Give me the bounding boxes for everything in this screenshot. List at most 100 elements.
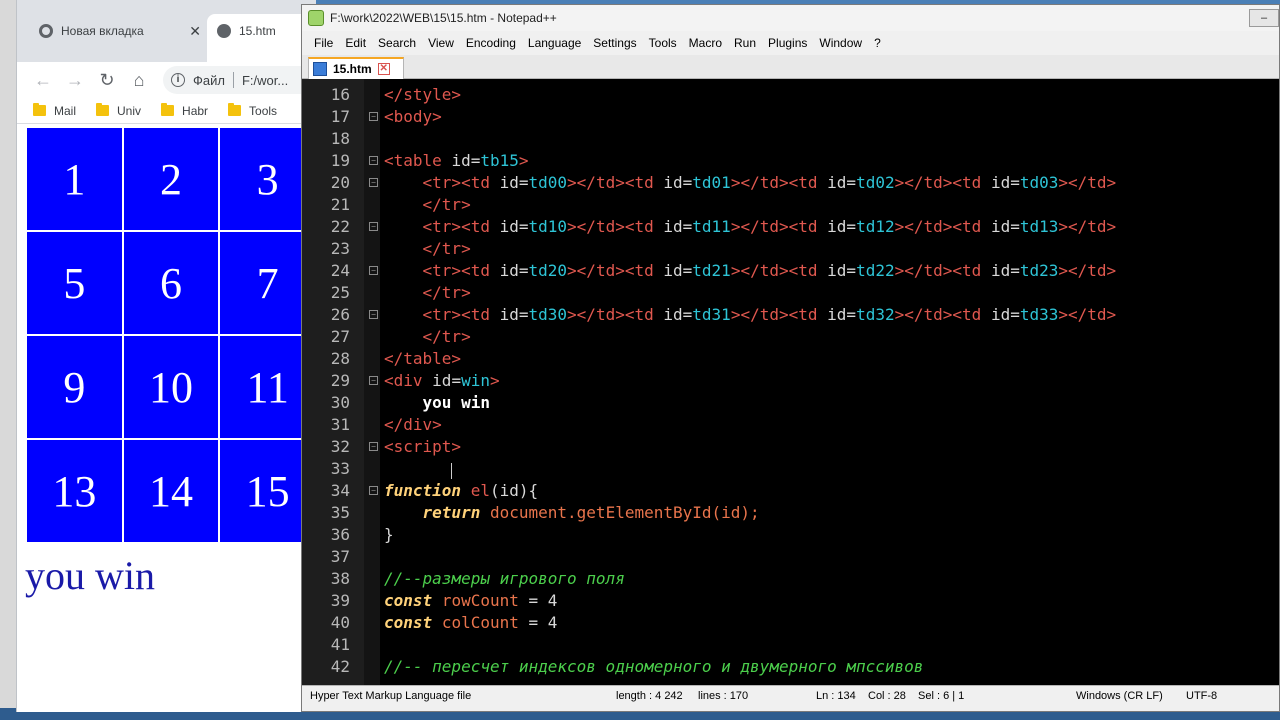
code-token: td02: [856, 173, 895, 192]
code-token: el: [470, 481, 490, 500]
code-token: =: [518, 217, 529, 236]
reload-icon[interactable]: ↻: [91, 66, 123, 94]
code-token: <td: [788, 305, 828, 324]
code-token: id: [663, 217, 683, 236]
code-line: 38 //--размеры игрового поля: [302, 568, 1279, 590]
game-cell[interactable]: 10: [123, 336, 219, 438]
code-token: td13: [1019, 217, 1059, 236]
code-token: </td>: [904, 217, 953, 236]
code-token: td30: [528, 305, 568, 324]
game-cell[interactable]: 2: [123, 128, 219, 230]
code-token: >: [489, 371, 500, 390]
fold-collapse-icon[interactable]: −: [369, 486, 378, 495]
line-number: 39: [330, 591, 350, 610]
menu-bar: File Edit Search View Encoding Language …: [302, 31, 1279, 55]
code-token: >: [567, 217, 577, 236]
menu-run[interactable]: Run: [728, 36, 762, 50]
code-token: td32: [856, 305, 895, 324]
code-token: >: [894, 261, 905, 280]
code-token: id: [499, 173, 519, 192]
menu-help[interactable]: ?: [868, 36, 887, 50]
line-number: 40: [330, 613, 350, 632]
fold-collapse-icon[interactable]: −: [369, 112, 378, 121]
browser-tab-15[interactable]: 15.htm: [207, 14, 316, 62]
status-encoding[interactable]: UTF-8: [1186, 690, 1217, 702]
line-number: 37: [330, 547, 350, 566]
code-token: </td>: [1068, 261, 1117, 280]
notepadpp-window: F:\work\2022\WEB\15\15.htm - Notepad++ –…: [301, 4, 1280, 712]
code-token: =: [1010, 305, 1020, 324]
close-icon[interactable]: ✕: [189, 23, 201, 40]
code-token: const: [384, 613, 433, 632]
menu-language[interactable]: Language: [522, 36, 587, 50]
code-token: td20: [528, 261, 568, 280]
game-cell[interactable]: 14: [123, 440, 219, 542]
status-bar: Hyper Text Markup Language file length :…: [302, 685, 1279, 707]
menu-view[interactable]: View: [422, 36, 460, 50]
code-token: td31: [692, 305, 731, 324]
code-token: <tr>: [422, 173, 462, 192]
bookmarks-bar: Mail Univ Habr Tools: [17, 98, 316, 124]
game-cell[interactable]: 9: [27, 336, 122, 438]
minimize-icon[interactable]: –: [1249, 9, 1279, 27]
line-number: 19: [330, 151, 350, 170]
bookmark-habr[interactable]: Habr: [161, 103, 208, 118]
browser-tab-new[interactable]: Новая вкладка ✕: [27, 14, 207, 48]
code-token: <td: [461, 173, 500, 192]
code-token: <td: [952, 305, 991, 324]
fold-collapse-icon[interactable]: −: [369, 156, 378, 165]
menu-tools[interactable]: Tools: [643, 36, 683, 50]
game-cell[interactable]: 1: [27, 128, 122, 230]
home-icon[interactable]: ⌂: [123, 66, 155, 94]
fold-collapse-icon[interactable]: −: [369, 310, 378, 319]
info-icon[interactable]: i: [171, 73, 185, 87]
menu-file[interactable]: File: [308, 36, 339, 50]
game-cell[interactable]: 6: [123, 232, 219, 334]
line-number: 35: [330, 503, 350, 522]
code-line: 37: [302, 546, 1279, 568]
code-token: </td>: [904, 305, 953, 324]
code-editor[interactable]: 16 </style> 17− <body> 18 19− <table id=tb1…: [302, 79, 1279, 685]
tab-label: Новая вкладка: [61, 24, 144, 38]
code-token: td33: [1019, 305, 1059, 324]
fold-collapse-icon[interactable]: −: [369, 222, 378, 231]
back-arrow-icon[interactable]: ←: [27, 66, 59, 94]
game-cell[interactable]: 13: [27, 440, 122, 542]
code-token: td22: [856, 261, 895, 280]
code-token: you win: [422, 393, 490, 412]
status-eol[interactable]: Windows (CR LF): [1076, 690, 1163, 702]
fold-collapse-icon[interactable]: −: [369, 178, 378, 187]
close-tab-icon[interactable]: ✕: [377, 63, 390, 75]
menu-macro[interactable]: Macro: [683, 36, 728, 50]
code-token: =: [1010, 173, 1020, 192]
menu-edit[interactable]: Edit: [339, 36, 372, 50]
menu-settings[interactable]: Settings: [587, 36, 642, 50]
folder-icon: [33, 103, 46, 116]
fold-collapse-icon[interactable]: −: [369, 376, 378, 385]
code-token: colCount: [441, 613, 519, 632]
code-token: <td: [624, 173, 664, 192]
document-tab[interactable]: 15.htm ✕: [308, 57, 404, 79]
code-token: </td>: [1068, 173, 1117, 192]
code-token: id: [990, 305, 1011, 324]
menu-window[interactable]: Window: [813, 36, 868, 50]
address-bar[interactable]: i Файл F:/wor...: [163, 66, 316, 94]
forward-arrow-icon[interactable]: →: [59, 66, 91, 94]
code-token: =: [1010, 261, 1020, 280]
menu-encoding[interactable]: Encoding: [460, 36, 522, 50]
bookmark-univ[interactable]: Univ: [96, 103, 141, 118]
code-token: <td: [788, 217, 828, 236]
bookmark-tools[interactable]: Tools: [228, 103, 277, 118]
menu-search[interactable]: Search: [372, 36, 422, 50]
code-token: </td>: [740, 305, 789, 324]
fold-collapse-icon[interactable]: −: [369, 266, 378, 275]
fold-collapse-icon[interactable]: −: [369, 442, 378, 451]
window-titlebar[interactable]: F:\work\2022\WEB\15\15.htm - Notepad++ –: [302, 5, 1279, 31]
menu-plugins[interactable]: Plugins: [762, 36, 813, 50]
bookmark-mail[interactable]: Mail: [33, 103, 76, 118]
code-token: >: [518, 151, 529, 170]
code-line: 26− <tr><td id=td30></td><td id=td31></t…: [302, 304, 1279, 326]
code-token: >: [567, 261, 577, 280]
game-cell[interactable]: 5: [27, 232, 122, 334]
line-number: 31: [330, 415, 350, 434]
